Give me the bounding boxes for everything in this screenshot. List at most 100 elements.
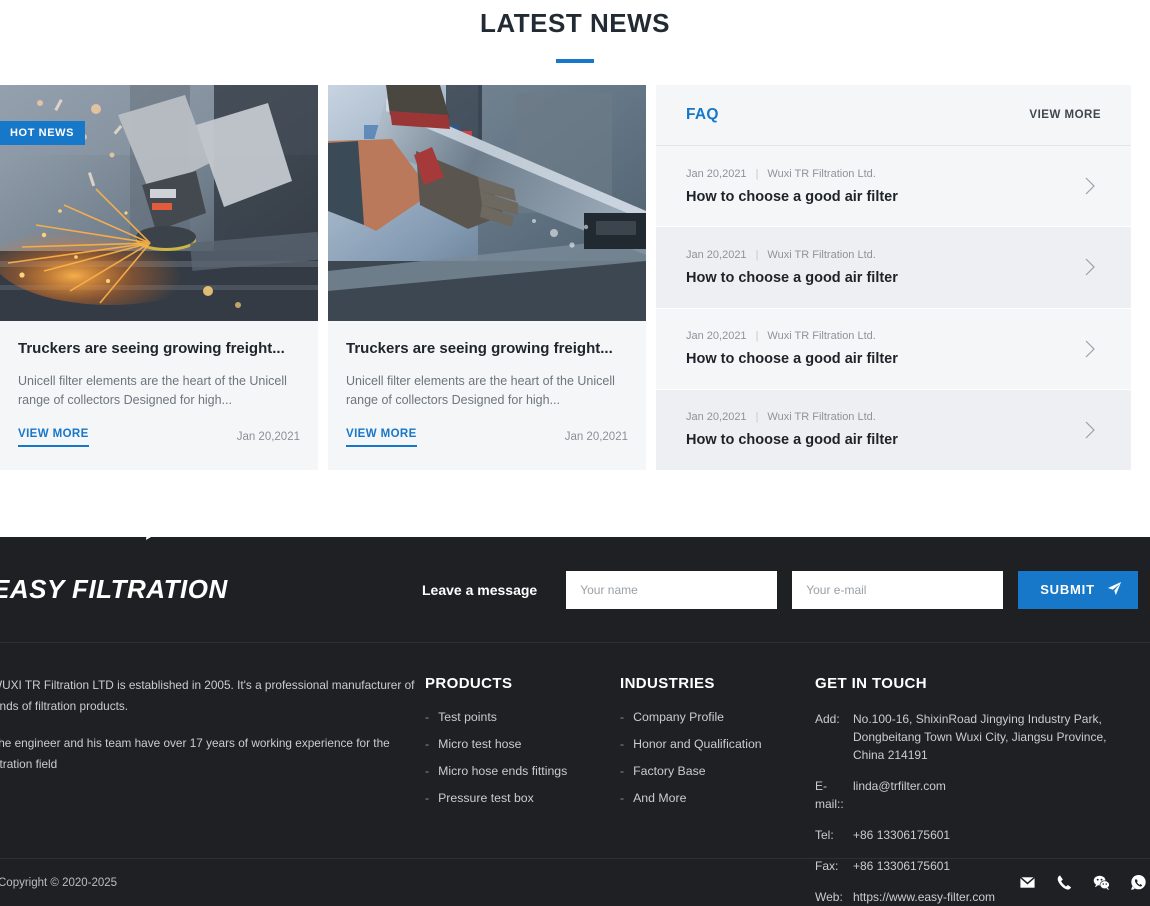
send-plane-icon (1107, 581, 1122, 599)
news-card-image: HOT NEWS (0, 85, 318, 321)
leave-message-label: Leave a message (422, 582, 537, 598)
leaf-icon (143, 528, 159, 549)
faq-item-source: Wuxi TR Filtration Ltd. (767, 330, 875, 342)
industries-link-list: -Company Profile -Honor and Qualificatio… (620, 710, 815, 805)
email-input[interactable] (792, 571, 1003, 609)
phone-icon[interactable] (1056, 874, 1073, 891)
section-header: LATEST NEWS (0, 0, 1150, 63)
news-card-footer: VIEW MORE Jan 20,2021 (346, 428, 628, 470)
submit-button[interactable]: SUBMIT (1018, 571, 1138, 609)
faq-item-meta: Jan 20,2021 | Wuxi TR Filtration Ltd. (686, 249, 1079, 261)
social-links (1019, 874, 1147, 891)
dash-icon: - (620, 791, 624, 805)
page-root: LATEST NEWS (0, 0, 1150, 906)
chevron-right-icon[interactable] (1079, 175, 1101, 197)
faq-item-question: How to choose a good air filter (686, 270, 1079, 286)
news-card-body: Truckers are seeing growing freight... U… (328, 321, 646, 470)
news-card-description: Unicell filter elements are the heart of… (346, 372, 628, 410)
about-paragraph: The engineer and his team have over 17 y… (0, 733, 425, 775)
contact-value: No.100-16, ShixinRoad Jingying Industry … (853, 710, 1135, 764)
industry-link-label: Company Profile (633, 710, 724, 724)
news-card-title[interactable]: Truckers are seeing growing freight... (18, 339, 300, 359)
chevron-right-icon[interactable] (1079, 256, 1101, 278)
faq-item-date: Jan 20,2021 (686, 168, 747, 180)
faq-meta-separator: | (756, 411, 759, 423)
news-card-body: Truckers are seeing growing freight... U… (0, 321, 318, 470)
contact-heading: GET IN TOUCH (815, 675, 1135, 692)
name-input[interactable] (566, 571, 777, 609)
news-card[interactable]: Truckers are seeing growing freight... U… (328, 85, 646, 470)
list-item[interactable]: -Micro test hose (425, 737, 620, 751)
title-underline-rule (556, 59, 594, 63)
site-footer: EASY FILTRATION Leave a message SUBMIT W… (0, 537, 1150, 906)
news-card-view-more-link[interactable]: VIEW MORE (18, 428, 89, 447)
faq-item-meta: Jan 20,2021|Wuxi TR Filtration Ltd. (686, 330, 1079, 342)
industry-link-label: Factory Base (633, 764, 705, 778)
faq-list-item[interactable]: Jan 20,2021|Wuxi TR Filtration Ltd. How … (656, 309, 1131, 390)
list-item[interactable]: -Company Profile (620, 710, 815, 724)
news-card-view-more-link[interactable]: VIEW MORE (346, 428, 417, 447)
faq-item-date: Jan 20,2021 (686, 249, 747, 261)
contact-key: Tel: (815, 826, 853, 844)
faq-panel: FAQ VIEW MORE Jan 20,2021 | Wuxi TR Filtra… (656, 85, 1131, 470)
footer-contact-column: GET IN TOUCH Add: No.100-16, ShixinRoad … (815, 675, 1135, 865)
news-card-footer: VIEW MORE Jan 20,2021 (18, 428, 300, 470)
faq-list-item[interactable]: Jan 20,2021|Wuxi TR Filtration Ltd. How … (656, 390, 1131, 470)
footer-industries-column: INDUSTRIES -Company Profile -Honor and Q… (620, 675, 815, 865)
faq-list-item[interactable]: Jan 20,2021 | Wuxi TR Filtration Ltd. How … (656, 227, 1131, 308)
news-card[interactable]: HOT NEWS Truckers are seeing growing fre… (0, 85, 318, 470)
faq-meta-separator: | (756, 249, 759, 261)
products-link-list: -Test points -Micro test hose -Micro hos… (425, 710, 620, 805)
sheet-metal-press-illustration (328, 85, 646, 321)
dash-icon: - (425, 764, 429, 778)
industry-link-label: And More (633, 791, 686, 805)
dash-icon: - (425, 791, 429, 805)
submit-button-label: SUBMIT (1040, 582, 1095, 597)
contact-key: Add: (815, 710, 853, 764)
contact-value[interactable]: linda@trfilter.com (853, 777, 946, 813)
footer-copyright-bar: Copyright © 2020-2025 (0, 858, 1150, 906)
contact-value: +86 13306175601 (853, 826, 950, 844)
dash-icon: - (425, 710, 429, 724)
list-item[interactable]: -Micro hose ends fittings (425, 764, 620, 778)
page-title: LATEST NEWS (0, 6, 1150, 40)
dash-icon: - (425, 737, 429, 751)
industry-link-label: Honor and Qualification (633, 737, 762, 751)
news-card-description: Unicell filter elements are the heart of… (18, 372, 300, 410)
footer-logo[interactable]: EASY FILTRATION (0, 574, 422, 605)
footer-contact-bar: EASY FILTRATION Leave a message SUBMIT (0, 537, 1150, 643)
products-heading: PRODUCTS (425, 675, 620, 692)
faq-item-meta: Jan 20,2021|Wuxi TR Filtration Ltd. (686, 411, 1079, 423)
list-item[interactable]: -Factory Base (620, 764, 815, 778)
dash-icon: - (620, 764, 624, 778)
faq-view-more-link[interactable]: VIEW MORE (1029, 109, 1101, 121)
faq-list-item[interactable]: Jan 20,2021|Wuxi TR Filtration Ltd. How … (656, 146, 1131, 227)
faq-item-source: Wuxi TR Filtration Ltd. (767, 249, 875, 261)
list-item[interactable]: -Honor and Qualification (620, 737, 815, 751)
news-card-date: Jan 20,2021 (237, 431, 300, 447)
faq-item-text: Jan 20,2021|Wuxi TR Filtration Ltd. How … (686, 411, 1079, 448)
list-item[interactable]: -And More (620, 791, 815, 805)
chevron-right-icon[interactable] (1079, 419, 1101, 441)
faq-header: FAQ VIEW MORE (656, 85, 1131, 146)
whatsapp-icon[interactable] (1130, 874, 1147, 891)
faq-item-question: How to choose a good air filter (686, 432, 1079, 448)
contact-key: E-mail:: (815, 777, 853, 813)
chevron-right-icon[interactable] (1079, 338, 1101, 360)
faq-item-text: Jan 20,2021|Wuxi TR Filtration Ltd. How … (686, 330, 1079, 367)
news-card-date: Jan 20,2021 (565, 431, 628, 447)
list-item[interactable]: -Pressure test box (425, 791, 620, 805)
footer-products-column: PRODUCTS -Test points -Micro test hose -… (425, 675, 620, 865)
contact-row: Tel: +86 13306175601 (815, 826, 1135, 844)
list-item[interactable]: -Test points (425, 710, 620, 724)
wechat-icon[interactable] (1093, 874, 1110, 891)
contact-row: E-mail:: linda@trfilter.com (815, 777, 1135, 813)
footer-about-column: WUXI TR Filtration LTD is established in… (0, 675, 425, 865)
faq-item-text: Jan 20,2021 | Wuxi TR Filtration Ltd. How … (686, 249, 1079, 286)
faq-item-question: How to choose a good air filter (686, 189, 1079, 205)
product-link-label: Micro test hose (438, 737, 521, 751)
email-icon[interactable] (1019, 874, 1036, 891)
news-card-title[interactable]: Truckers are seeing growing freight... (346, 339, 628, 359)
product-link-label: Micro hose ends fittings (438, 764, 567, 778)
faq-item-source: Wuxi TR Filtration Ltd. (767, 168, 875, 180)
